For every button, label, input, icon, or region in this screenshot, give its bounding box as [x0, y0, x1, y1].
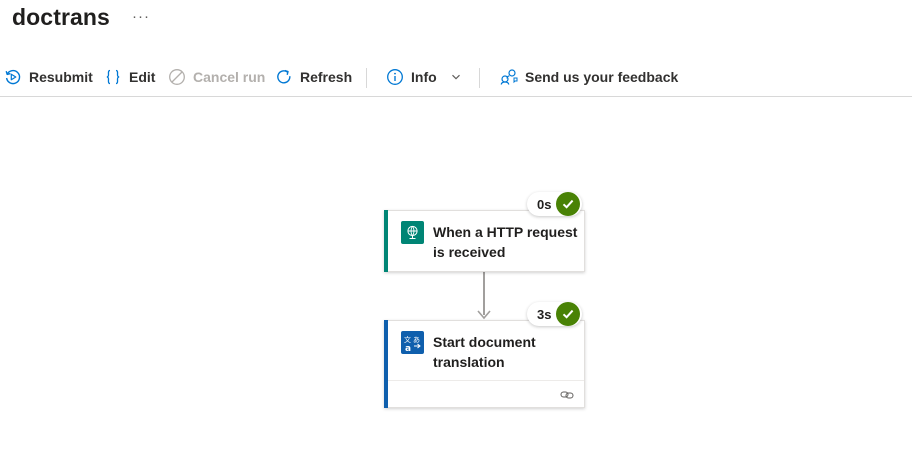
- step-title: Start document translation: [433, 334, 536, 370]
- feedback-button[interactable]: Send us your feedback: [500, 60, 678, 94]
- edit-button[interactable]: Edit: [104, 60, 155, 94]
- success-check-icon: [556, 192, 581, 216]
- refresh-icon: [275, 68, 293, 86]
- success-check-icon: [556, 302, 581, 326]
- svg-text:a: a: [405, 344, 411, 352]
- cancel-run-button[interactable]: Cancel run: [168, 60, 265, 94]
- page-title: doctrans: [12, 4, 110, 30]
- refresh-button[interactable]: Refresh: [275, 60, 352, 94]
- toolbar-divider: [366, 68, 367, 88]
- step-accent-bar: [384, 210, 388, 272]
- step-status-badge: 0s: [527, 192, 583, 216]
- resubmit-label: Resubmit: [29, 69, 93, 85]
- cancel-run-label: Cancel run: [193, 69, 266, 85]
- resubmit-button[interactable]: Resubmit: [4, 60, 93, 94]
- http-request-icon: [401, 221, 424, 244]
- feedback-label: Send us your feedback: [525, 69, 679, 85]
- command-bar: Resubmit Edit Cancel run Refresh Info Se…: [0, 60, 912, 97]
- refresh-label: Refresh: [300, 69, 353, 85]
- svg-text:あ: あ: [413, 336, 420, 344]
- connection-link-icon[interactable]: [560, 388, 574, 406]
- resubmit-icon: [4, 68, 22, 86]
- step-status-badge: 3s: [527, 302, 583, 326]
- code-braces-icon: [104, 68, 122, 86]
- cancel-icon: [168, 68, 186, 86]
- workflow-step-http-trigger[interactable]: When a HTTP request is received: [384, 210, 585, 272]
- info-label: Info: [411, 69, 437, 85]
- workflow-step-document-translation[interactable]: 文あa Start document translation: [384, 320, 585, 408]
- more-options-button[interactable]: ···: [132, 8, 150, 25]
- translator-icon: 文あa: [401, 331, 424, 354]
- chevron-down-icon: [451, 72, 461, 82]
- step-duration: 0s: [537, 196, 552, 212]
- feedback-icon: [500, 68, 518, 86]
- toolbar-divider: [479, 68, 480, 88]
- info-dropdown-button[interactable]: Info: [386, 60, 461, 94]
- step-duration: 3s: [537, 306, 552, 322]
- edit-label: Edit: [129, 69, 156, 85]
- svg-text:文: 文: [404, 335, 411, 344]
- step-title: When a HTTP request is received: [433, 224, 578, 260]
- info-icon: [386, 68, 404, 86]
- step-footer: [388, 380, 584, 407]
